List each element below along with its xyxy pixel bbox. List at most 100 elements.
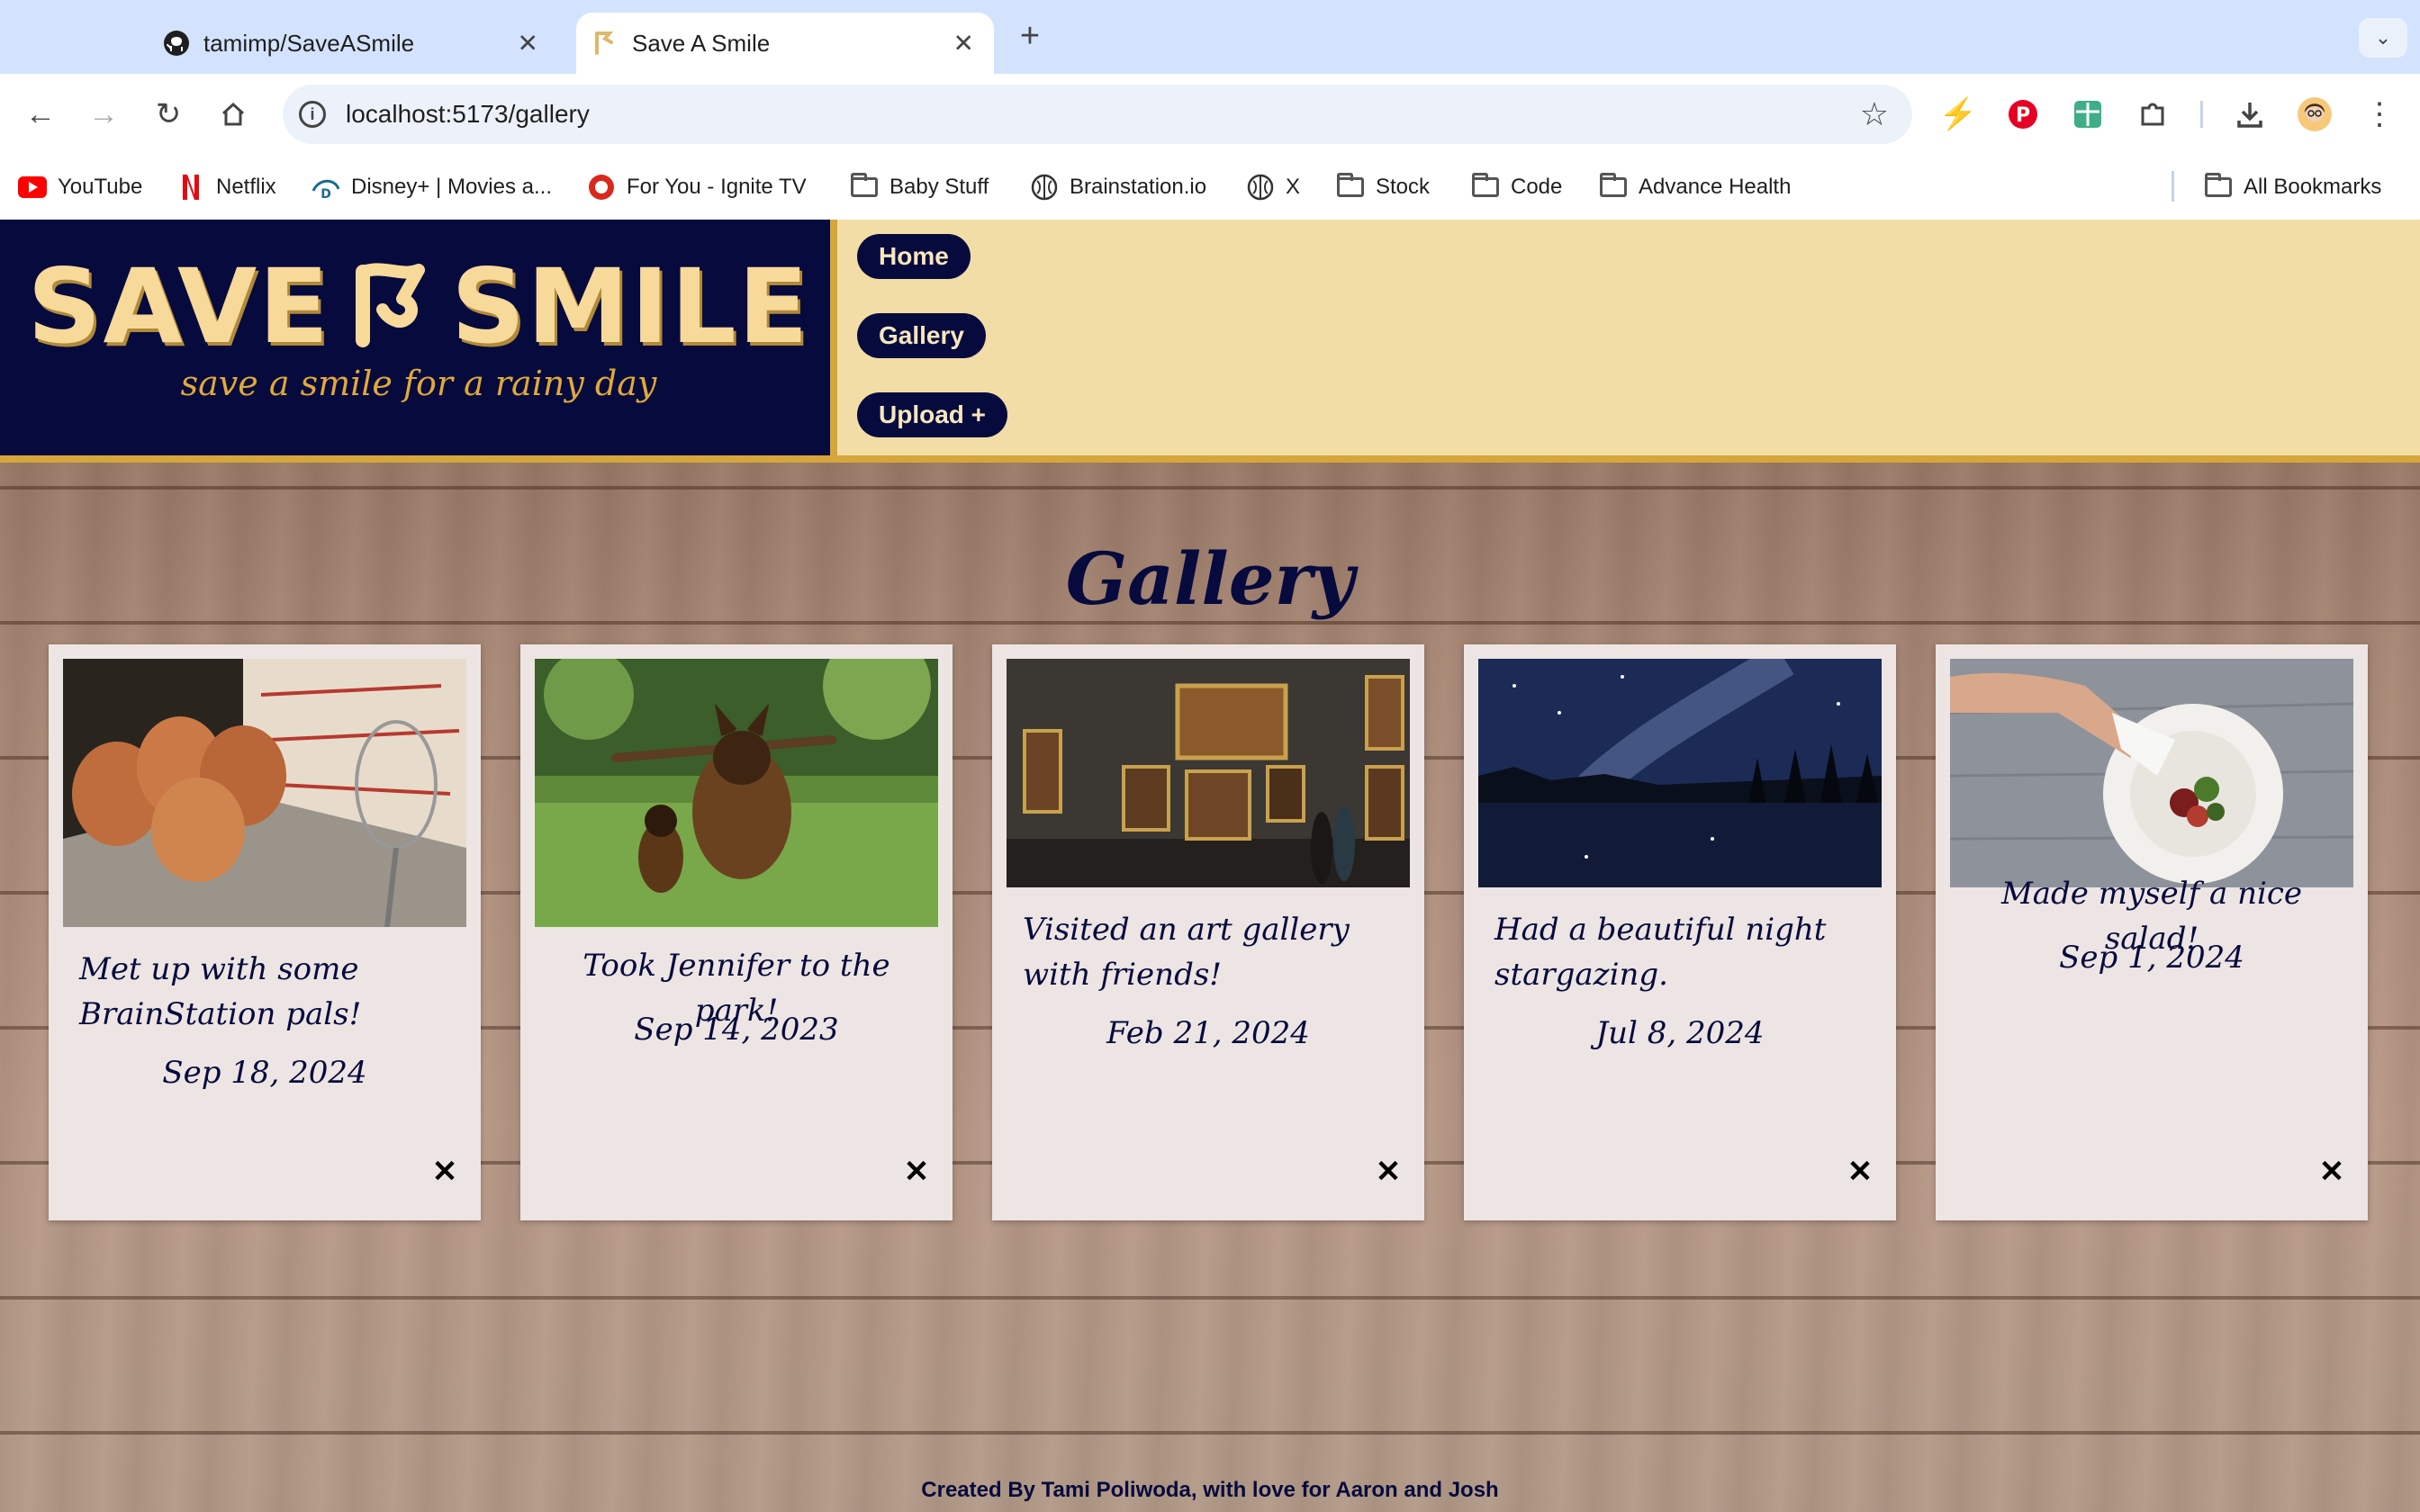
download-icon[interactable]	[2229, 94, 2271, 135]
browser-tab-save-a-smile[interactable]: Save A Smile ✕	[576, 13, 994, 74]
delete-card-icon[interactable]: ✕	[429, 1155, 461, 1189]
site-info-icon[interactable]: i	[299, 101, 326, 128]
art-gallery-photo	[1007, 659, 1410, 887]
gallery-card[interactable]: Took Jennifer to the park! Sep 14, 2023 …	[520, 644, 953, 1220]
pinterest-icon[interactable]: P	[2002, 94, 2044, 135]
address-url: localhost:5173/gallery	[346, 100, 590, 128]
bookmark-star-icon[interactable]: ☆	[1860, 95, 1889, 133]
bookmark-brainstation[interactable]: Brainstation.io	[1030, 171, 1206, 203]
ignite-icon	[587, 173, 616, 202]
gallery-card[interactable]: Met up with some BrainStation pals! Sep …	[49, 644, 481, 1220]
site-tagline: save a smile for a rainy day	[180, 364, 657, 403]
bookmark-netflix[interactable]: Netflix	[176, 171, 276, 203]
logo-panel[interactable]: SAVE SMILE save a smile for a rainy day	[0, 220, 837, 455]
bookmark-label: Stock	[1376, 175, 1431, 199]
delete-card-icon[interactable]: ✕	[2316, 1155, 2348, 1189]
svg-text:P: P	[2016, 104, 2030, 127]
reload-icon[interactable]: ↻	[146, 92, 191, 137]
page-viewport: SAVE SMILE save a smile for a rainy day H…	[0, 220, 2420, 1512]
brain-icon	[1246, 173, 1275, 202]
tab-search-chevron-icon[interactable]: ⌄	[2359, 18, 2407, 58]
browser-tab-github[interactable]: tamimp/SaveASmile ✕	[162, 13, 558, 74]
all-bookmarks-button[interactable]: All Bookmarks	[2204, 171, 2381, 203]
new-tab-button[interactable]: +	[1012, 16, 1048, 56]
card-date: Sep 1, 2024	[2059, 940, 2244, 976]
gallery-card[interactable]: Visited an art gallery with friends! Feb…	[992, 644, 1424, 1220]
bookmark-label: Advance Health	[1639, 175, 1792, 199]
delete-card-icon[interactable]: ✕	[1372, 1155, 1404, 1189]
card-date: Feb 21, 2024	[1106, 1015, 1310, 1051]
toolbar-divider	[2200, 101, 2203, 128]
puzzle-extensions-icon[interactable]	[2132, 94, 2173, 135]
bookmark-baby-stuff[interactable]: Baby Stuff	[850, 171, 989, 203]
gift-extension-icon[interactable]	[2067, 94, 2108, 135]
browser-menu-icon[interactable]: ⋮	[2359, 94, 2400, 135]
card-date: Sep 14, 2023	[634, 1012, 839, 1048]
nav-gallery-button[interactable]: Gallery	[857, 313, 986, 358]
site-logo: SAVE SMILE	[0, 247, 837, 366]
site-footer: Created By Tami Poliwoda, with love for …	[921, 1478, 1499, 1502]
logo-word-smile: SMILE	[451, 247, 810, 366]
folder-icon	[1471, 173, 1500, 202]
bookmark-label: YouTube	[58, 175, 143, 199]
youtube-icon	[18, 173, 47, 202]
address-bar[interactable]: i localhost:5173/gallery ☆	[283, 85, 1912, 144]
folder-icon	[2204, 173, 2233, 202]
all-bookmarks-label: All Bookmarks	[2244, 175, 2382, 199]
lightning-extension-icon[interactable]: ⚡	[1937, 94, 1979, 135]
back-arrow-icon[interactable]: ←	[18, 92, 63, 137]
gallery-card[interactable]: Had a beautiful night stargazing. Jul 8,…	[1464, 644, 1896, 1220]
bookmark-stock[interactable]: Stock	[1336, 171, 1430, 203]
card-caption: Visited an art gallery with friends!	[1023, 912, 1350, 993]
bookmark-label: For You - Ignite TV	[627, 175, 807, 199]
browser-tab-strip: tamimp/SaveASmile ✕ Save A Smile ✕ + ⌄	[0, 0, 2420, 74]
tab-title: tamimp/SaveASmile	[203, 29, 415, 57]
bookmark-ignite[interactable]: For You - Ignite TV	[587, 171, 807, 203]
bookmark-label: X	[1286, 175, 1301, 199]
save-a-smile-logo-icon	[591, 29, 619, 58]
card-caption: Had a beautiful night stargazing.	[1494, 912, 1827, 993]
forward-arrow-icon[interactable]: →	[81, 92, 126, 137]
eggs-and-whisk-photo	[63, 659, 466, 927]
bookmark-advance-health[interactable]: Advance Health	[1599, 171, 1791, 203]
folder-icon	[850, 173, 879, 202]
card-date: Jul 8, 2024	[1595, 1015, 1765, 1051]
disney-icon: D	[312, 173, 340, 202]
tab-title: Save A Smile	[632, 29, 771, 57]
netflix-icon	[176, 173, 205, 202]
dogs-in-park-photo	[535, 659, 938, 927]
logo-flag-icon	[350, 252, 431, 347]
card-caption: Met up with some BrainStation pals!	[79, 951, 362, 1032]
night-sky-lake-photo	[1478, 659, 1882, 887]
bookmarks-bar: YouTube Netflix D Disney+ | Movies a... …	[0, 155, 2420, 220]
bookmark-code[interactable]: Code	[1471, 171, 1562, 203]
gallery-card[interactable]: Made myself a nice salad! Sep 1, 2024 ✕	[1936, 644, 2368, 1220]
delete-card-icon[interactable]: ✕	[1844, 1155, 1876, 1189]
bookmark-disney[interactable]: D Disney+ | Movies a...	[312, 171, 552, 203]
close-tab-icon[interactable]: ✕	[953, 29, 974, 58]
salad-plate-photo	[1950, 659, 2353, 887]
home-icon[interactable]	[211, 92, 256, 137]
bookmark-label: Netflix	[216, 175, 276, 199]
brain-icon	[1030, 173, 1059, 202]
delete-card-icon[interactable]: ✕	[900, 1155, 933, 1189]
svg-text:D: D	[321, 187, 331, 202]
site-header: SAVE SMILE save a smile for a rainy day H…	[0, 220, 2420, 463]
bookmark-label: Baby Stuff	[889, 175, 989, 199]
card-date: Sep 18, 2024	[162, 1055, 367, 1091]
page-title: Gallery	[1065, 536, 1355, 621]
browser-toolbar: ← → ↻ i localhost:5173/gallery ☆ ⚡ P ⋮	[0, 74, 2420, 155]
nav-home-button[interactable]: Home	[857, 234, 971, 279]
nav-upload-button[interactable]: Upload +	[857, 392, 1008, 437]
bookmark-x[interactable]: X	[1246, 171, 1300, 203]
bookmark-label: Brainstation.io	[1070, 175, 1207, 199]
logo-word-save: SAVE	[27, 247, 331, 366]
bookmark-label: Code	[1511, 175, 1563, 199]
folder-icon	[1336, 173, 1365, 202]
bookmark-youtube[interactable]: YouTube	[18, 171, 142, 203]
profile-avatar[interactable]	[2294, 94, 2335, 135]
folder-icon	[1599, 173, 1628, 202]
github-icon	[162, 29, 191, 58]
bookmarks-divider	[2172, 171, 2174, 202]
close-tab-icon[interactable]: ✕	[518, 29, 538, 58]
